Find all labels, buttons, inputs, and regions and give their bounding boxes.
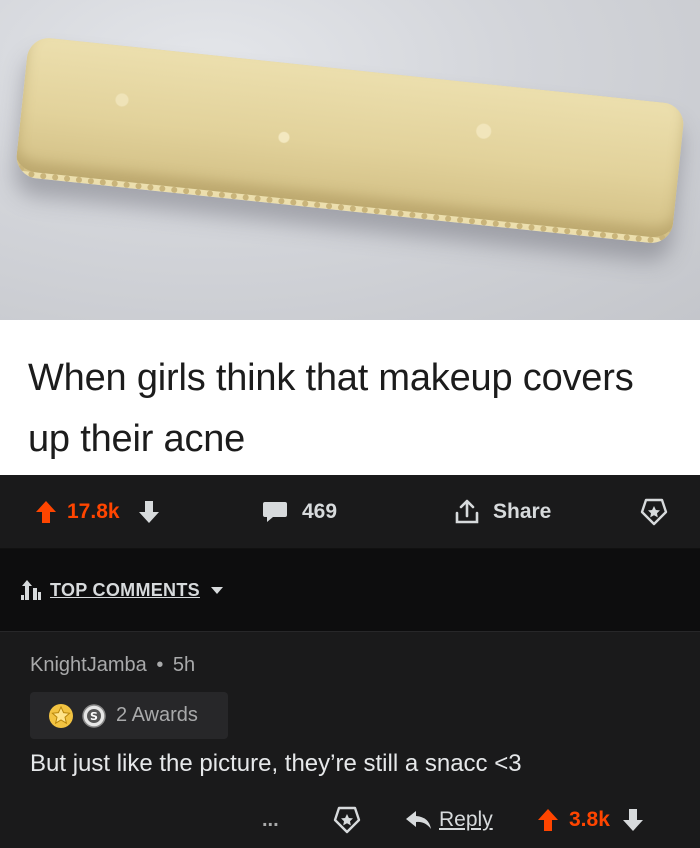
sort-dropdown[interactable]: TOP COMMENTS — [20, 549, 224, 631]
post-caption: When girls think that makeup covers up t… — [28, 357, 634, 460]
share-label: Share — [493, 499, 552, 523]
wafer-cookie-image — [14, 35, 686, 246]
share-button[interactable]: Share — [453, 475, 551, 548]
awards-badge[interactable]: S 2 Awards — [30, 692, 228, 739]
award-button[interactable] — [640, 475, 668, 548]
more-options-button[interactable]: ... — [262, 800, 279, 840]
svg-text:S: S — [90, 710, 98, 723]
post-image[interactable] — [0, 0, 700, 320]
comments-button[interactable]: 469 — [262, 475, 337, 548]
reply-icon — [405, 809, 433, 831]
upvote-icon[interactable] — [537, 808, 559, 832]
upvote-count: 17.8k — [67, 499, 120, 523]
comment-age: 5h — [172, 654, 196, 676]
awards-count: 2 Awards — [116, 704, 198, 726]
sort-label: TOP COMMENTS — [50, 579, 200, 600]
gold-award-icon — [48, 703, 74, 729]
comment-count: 469 — [302, 499, 338, 523]
post-action-bar: 17.8k 469 Share — [0, 475, 700, 549]
comment-icon — [262, 500, 288, 524]
downvote-icon[interactable] — [138, 500, 160, 524]
comment-author[interactable]: KnightJamba — [30, 654, 147, 676]
dropdown-icon — [210, 585, 224, 595]
sort-icon — [20, 578, 42, 602]
share-icon — [453, 499, 481, 525]
silver-award-icon: S — [82, 703, 106, 728]
comment-vote-group: 3.8k — [537, 800, 644, 840]
upvote-icon[interactable] — [35, 500, 57, 524]
comment-body: But just like the picture, they’re still… — [30, 750, 522, 777]
comment-score: 3.8k — [569, 808, 610, 831]
comment-award-button[interactable] — [333, 800, 361, 840]
post-caption-area: When girls think that makeup covers up t… — [0, 320, 700, 475]
vote-group: 17.8k — [35, 475, 160, 548]
award-icon — [640, 498, 668, 526]
more-icon: ... — [262, 808, 279, 831]
comment: KnightJamba • 5h S 2 Awards But just lik… — [0, 632, 700, 848]
meta-separator: • — [156, 654, 164, 676]
award-icon — [333, 806, 361, 834]
reply-button[interactable]: Reply — [405, 800, 493, 840]
downvote-icon[interactable] — [622, 808, 644, 832]
reply-label: Reply — [439, 808, 493, 831]
comment-sort-bar: TOP COMMENTS — [0, 549, 700, 632]
comment-meta: KnightJamba • 5h — [30, 654, 195, 677]
